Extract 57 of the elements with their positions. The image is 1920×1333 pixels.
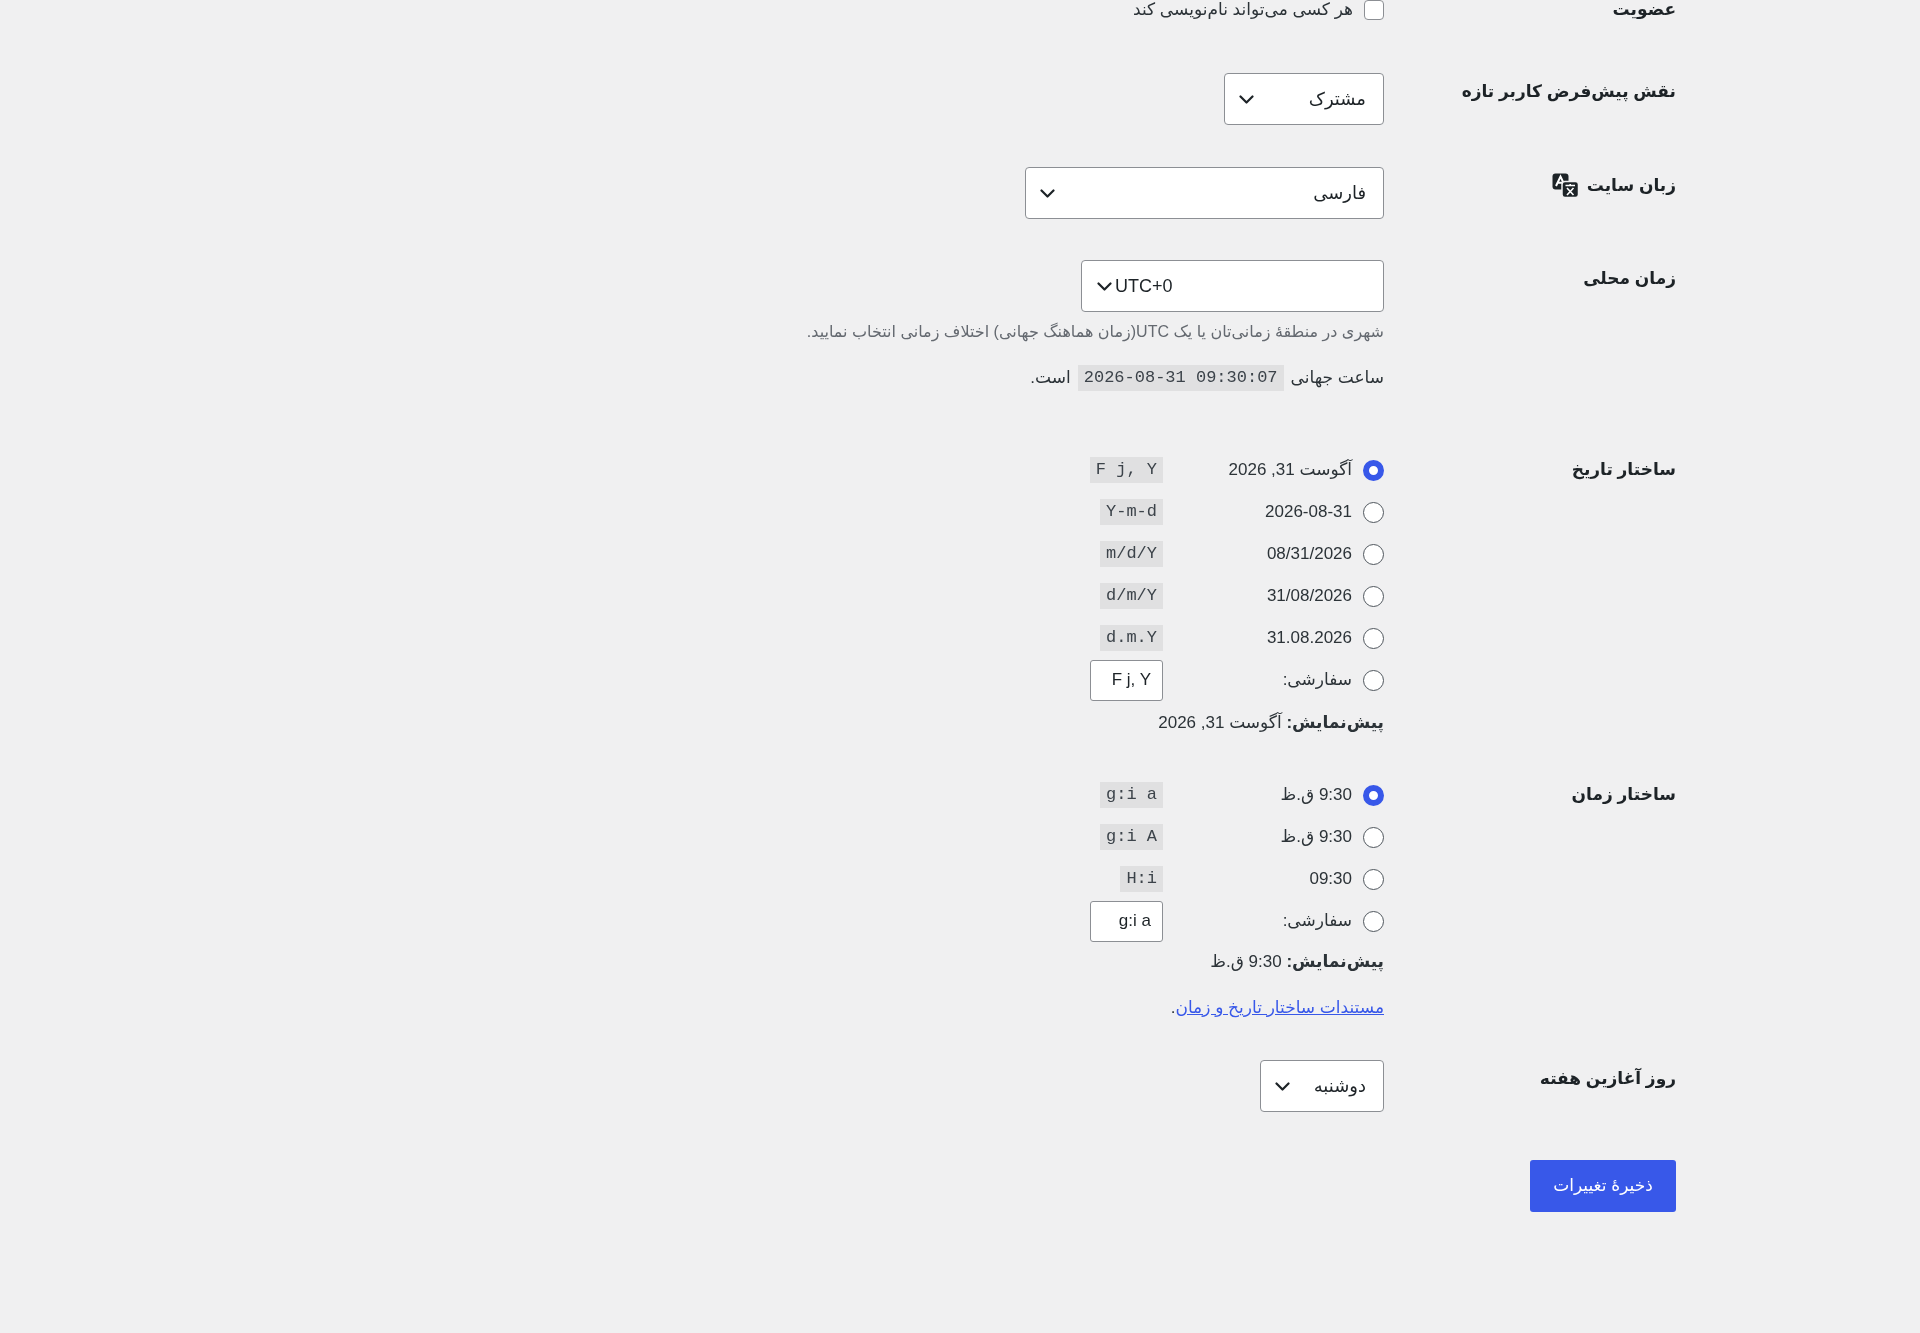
field-label: ساختار تاریخ bbox=[1571, 459, 1676, 482]
timestamp-code: 2026-08-31 09:30:07 bbox=[1077, 365, 1284, 391]
field-label: ساختار زمان bbox=[1571, 784, 1676, 806]
time-option-text: 9:30 ق.ظ bbox=[1279, 784, 1352, 806]
translation-icon bbox=[1551, 173, 1579, 198]
format-code: g:i a bbox=[1100, 782, 1163, 808]
save-button[interactable]: ذخیرهٔ تغییرات bbox=[1530, 1160, 1676, 1212]
format-code: g:i A bbox=[1100, 824, 1163, 850]
radio-button[interactable] bbox=[1363, 669, 1384, 691]
date-option-text: سفارشی: bbox=[1281, 669, 1352, 691]
radio-button[interactable] bbox=[1363, 868, 1384, 890]
date-option-text: 31.08.2026 bbox=[1265, 627, 1352, 649]
radio-button[interactable] bbox=[1363, 826, 1384, 848]
field-label: روز آغازین هفته bbox=[1539, 1067, 1676, 1091]
checkbox[interactable] bbox=[1364, 0, 1384, 20]
time-option-text: 9:30 ق.ظ bbox=[1279, 826, 1352, 848]
format-code: d/m/Y bbox=[1100, 583, 1163, 609]
language-select[interactable]: فارسی bbox=[1025, 167, 1384, 219]
timezone-description: شهری در منطقهٔ زمانی‌تان یا یک UTC(زمان هماهنگ جهانی) اختلاف زمانی انتخاب نمایید. bbox=[806, 321, 1384, 344]
chevron-down-icon bbox=[1275, 1081, 1290, 1091]
radio-button[interactable] bbox=[1363, 627, 1384, 649]
date-option-text: آگوست 31, 2026 bbox=[1227, 458, 1352, 481]
format-code: Y-m-d bbox=[1100, 499, 1163, 525]
time-option-text: 09:30 bbox=[1308, 868, 1352, 890]
universal-time-label: ساعت جهانی bbox=[1290, 367, 1384, 390]
field-label: نقش پیش‌فرض کاربر تازه bbox=[1461, 81, 1676, 104]
field-label: زبان سایت bbox=[1586, 174, 1676, 197]
custom-format-field[interactable]: F j, Y bbox=[1090, 659, 1163, 701]
date-option-text: 08/31/2026 bbox=[1265, 543, 1352, 565]
custom-format-field[interactable]: g:i a bbox=[1090, 900, 1163, 942]
field-label: زمان محلی bbox=[1583, 268, 1676, 290]
radio-button[interactable] bbox=[1363, 585, 1384, 607]
format-code: F j, Y bbox=[1089, 457, 1163, 483]
radio-button[interactable] bbox=[1363, 501, 1384, 523]
field-label: عضویت bbox=[1612, 0, 1676, 20]
radio-button[interactable] bbox=[1363, 910, 1384, 932]
chevron-down-icon bbox=[1097, 281, 1112, 291]
date-option-text: 31/08/2026 bbox=[1265, 585, 1352, 607]
universal-time-suffix: است. bbox=[1030, 367, 1071, 389]
radio-button[interactable] bbox=[1363, 784, 1384, 806]
format-code: H:i bbox=[1120, 866, 1163, 892]
preview-text: پیش‌نمایش: آگوست 31, 2026 bbox=[1158, 711, 1384, 735]
radio-button[interactable] bbox=[1363, 459, 1384, 481]
documentation-text: مستندات ساختار تاریخ و زمان. bbox=[1170, 997, 1384, 1020]
chevron-down-icon bbox=[1239, 94, 1254, 104]
role-select[interactable]: مشترک bbox=[1224, 73, 1384, 125]
week-start-select[interactable]: دوشنبه bbox=[1260, 1060, 1384, 1112]
date-option-text: 2026-08-31 bbox=[1264, 501, 1352, 523]
checkbox-label: هر کسی می‌تواند نام‌نویسی کند bbox=[1133, 0, 1353, 20]
timezone-select[interactable]: UTC+0 bbox=[1081, 260, 1384, 312]
documentation-link[interactable]: مستندات ساختار تاریخ و زمان bbox=[1175, 998, 1384, 1017]
radio-button[interactable] bbox=[1363, 543, 1384, 565]
time-option-text: سفارشی: bbox=[1281, 910, 1352, 932]
chevron-down-icon bbox=[1040, 188, 1055, 198]
format-code: d.m.Y bbox=[1100, 625, 1163, 651]
format-code: m/d/Y bbox=[1100, 541, 1163, 567]
preview-text: پیش‌نمایش: 9:30 ق.ظ bbox=[1210, 951, 1384, 974]
